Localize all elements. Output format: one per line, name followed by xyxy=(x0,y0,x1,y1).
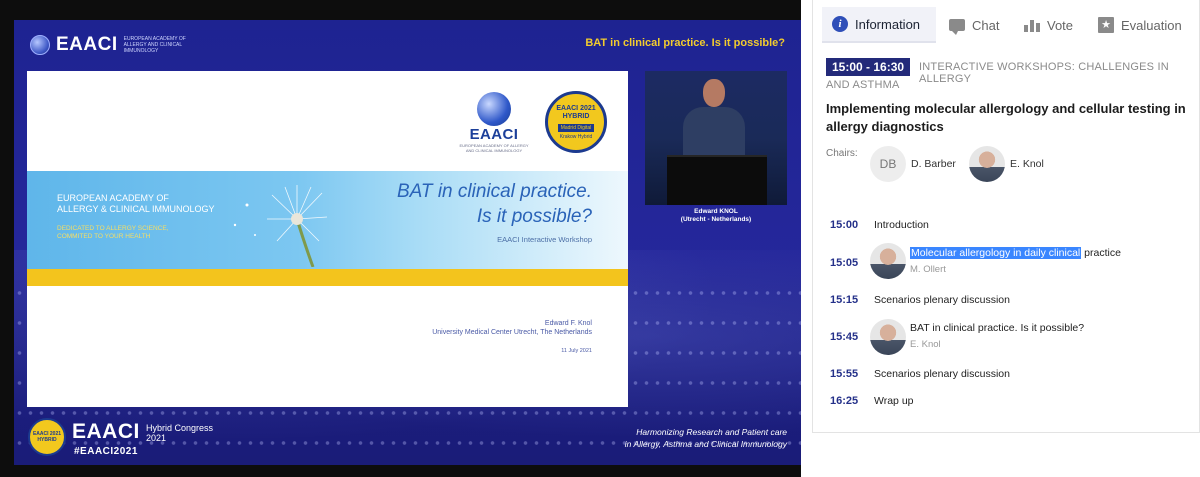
chair-avatar-barber[interactable]: DB xyxy=(870,146,906,182)
badge-line4: Krakow Hybrid xyxy=(559,133,593,140)
tag-line2: COMMITED TO YOUR HEALTH xyxy=(57,233,151,240)
slot-title[interactable]: BAT in clinical practice. Is it possible… xyxy=(910,322,1084,334)
slide-affiliation: University Medical Center Utrecht, The N… xyxy=(432,329,592,336)
tab-information-label: Information xyxy=(855,16,921,32)
org-line1: EUROPEAN ACADEMY OF xyxy=(57,193,169,203)
footer-badge: EAACI 2021 HYBRID xyxy=(28,418,66,456)
speaker-location: (Utrecht - Netherlands) xyxy=(680,216,752,223)
session-type-cont: AND ASTHMA xyxy=(826,79,900,91)
badge-line1: EAACI 2021 xyxy=(556,104,596,112)
slide-title-line2: Is it possible? xyxy=(476,206,592,227)
lectern xyxy=(667,155,767,205)
chairs-label: Chairs: xyxy=(826,148,858,159)
tag-line1: DEDICATED TO ALLERGY SCIENCE, xyxy=(57,225,169,232)
slot-title[interactable]: Scenarios plenary discussion xyxy=(874,368,1010,380)
speaker-avatar-ollert[interactable] xyxy=(870,243,906,279)
slot-title[interactable]: Molecular allergology in daily clinical … xyxy=(910,247,1121,259)
congress-stage: EAACI EUROPEAN ACADEMY OF ALLERGY AND CL… xyxy=(14,20,801,465)
slide-logo-sub: EUROPEAN ACADEMY OF ALLERGY AND CLINICAL… xyxy=(459,142,529,153)
slot-speaker[interactable]: E. Knol xyxy=(910,339,941,350)
presentation-slide: EAACI EUROPEAN ACADEMY OF ALLERGY AND CL… xyxy=(27,71,628,407)
slot-speaker[interactable]: M. Ollert xyxy=(910,264,946,275)
globe-icon xyxy=(477,91,511,126)
tab-vote[interactable]: Vote xyxy=(1024,7,1073,43)
eaaci-2021-badge: EAACI 2021 HYBRID Madrid Digital Krakow H… xyxy=(545,91,607,153)
speaker-camera xyxy=(645,71,787,205)
tab-chat-label: Chat xyxy=(972,17,1000,33)
slot-time: 16:25 xyxy=(830,395,859,407)
banner-tagline: DEDICATED TO ALLERGY SCIENCE, COMMITED T… xyxy=(57,225,169,241)
chair-avatar-knol[interactable] xyxy=(969,146,1005,182)
hybrid-line1: Hybrid Congress xyxy=(146,423,214,433)
selected-text: Molecular allergology in daily clinical xyxy=(910,247,1082,259)
globe-logo-icon xyxy=(30,35,50,55)
session-time: 15:00 - 16:30 xyxy=(826,58,911,76)
slide-logo-text: EAACI xyxy=(469,125,519,143)
slide-banner: EUROPEAN ACADEMY OF ALLERGY & CLINICAL I… xyxy=(27,171,628,269)
slot-title[interactable]: Wrap up xyxy=(874,395,914,407)
tab-chat[interactable]: Chat xyxy=(949,7,999,43)
hybrid-line2: 2021 xyxy=(146,433,167,443)
speaker-head xyxy=(703,79,725,107)
slot-time: 15:15 xyxy=(830,294,859,306)
brand-subtitle: EUROPEAN ACADEMY OF ALLERGY AND CLINICAL… xyxy=(123,36,186,54)
evaluation-star-icon: ★ xyxy=(1098,17,1114,33)
session-title: Implementing molecular allergology and c… xyxy=(826,101,1186,134)
motto-line2: in Allergy, Asthma and Clinical Immunolo… xyxy=(624,439,787,449)
footer-motto: Harmonizing Research and Patient care in… xyxy=(625,426,787,450)
tab-evaluation[interactable]: ★ Evaluation xyxy=(1098,7,1182,43)
tab-evaluation-label: Evaluation xyxy=(1121,17,1182,33)
slot-title[interactable]: Scenarios plenary discussion xyxy=(874,294,1010,306)
slide-author-block: Edward F. Knol University Medical Center… xyxy=(432,319,592,337)
tab-information[interactable]: i Information xyxy=(822,7,936,43)
motto-line1: Harmonizing Research and Patient care xyxy=(636,427,787,437)
chair-name-barber[interactable]: D. Barber xyxy=(911,158,956,170)
speaker-caption: Edward KNOL (Utrecht - Netherlands) xyxy=(645,208,787,224)
video-player[interactable]: EAACI EUROPEAN ACADEMY OF ALLERGY AND CL… xyxy=(0,0,801,477)
footer-hybrid: Hybrid Congress 2021 xyxy=(146,423,213,443)
slide-logos: EAACI EUROPEAN ACADEMY OF ALLERGY AND CL… xyxy=(459,91,607,153)
session-type: INTERACTIVE WORKSHOPS: CHALLENGES IN ALL… xyxy=(919,61,1169,85)
badge-line3: Madrid Digital xyxy=(557,123,595,132)
chat-icon xyxy=(949,17,965,35)
session-info-panel: i Information Chat Vote ★ Evaluation 15:… xyxy=(812,0,1200,433)
slide-eaaci-logo: EAACI EUROPEAN ACADEMY OF ALLERGY AND CL… xyxy=(459,91,529,153)
speaker-name: Edward KNOL xyxy=(694,208,738,215)
slide-date: 11 July 2021 xyxy=(561,348,592,354)
slot-time: 15:45 xyxy=(830,331,859,343)
badge-line2: HYBRID xyxy=(562,112,590,120)
footer-brand: EAACI xyxy=(72,420,140,443)
footer-hashtag: #EAACI2021 xyxy=(74,446,138,457)
slot-time: 15:55 xyxy=(830,368,859,380)
eaaci-brand: EAACI EUROPEAN ACADEMY OF ALLERGY AND CL… xyxy=(30,34,204,56)
info-icon: i xyxy=(832,16,848,32)
slide-workshop: EAACI Interactive Workshop xyxy=(497,235,592,244)
slot-time: 15:00 xyxy=(830,219,859,231)
slide-accent-bar xyxy=(27,269,628,286)
dandelion-image xyxy=(233,185,328,267)
vote-icon xyxy=(1024,17,1040,33)
slide-author: Edward F. Knol xyxy=(544,320,592,327)
banner-org: EUROPEAN ACADEMY OF ALLERGY & CLINICAL I… xyxy=(57,193,215,215)
panel-tabs: i Information Chat Vote ★ Evaluation xyxy=(813,0,1200,48)
slot-title[interactable]: Introduction xyxy=(874,219,929,231)
session-banner-title: BAT in clinical practice. Is it possible… xyxy=(585,37,785,49)
brand-name: EAACI xyxy=(56,34,118,55)
slot-title-rest: practice xyxy=(1081,247,1121,259)
slide-title: BAT in clinical practice. Is it possible… xyxy=(397,179,592,229)
org-line2: ALLERGY & CLINICAL IMMUNOLOGY xyxy=(57,204,215,214)
chair-name-knol[interactable]: E. Knol xyxy=(1010,158,1044,170)
speaker-avatar-knol[interactable] xyxy=(870,319,906,355)
tab-vote-label: Vote xyxy=(1047,17,1074,33)
slot-time: 15:05 xyxy=(830,257,859,269)
slide-title-line1: BAT in clinical practice. xyxy=(397,181,592,202)
